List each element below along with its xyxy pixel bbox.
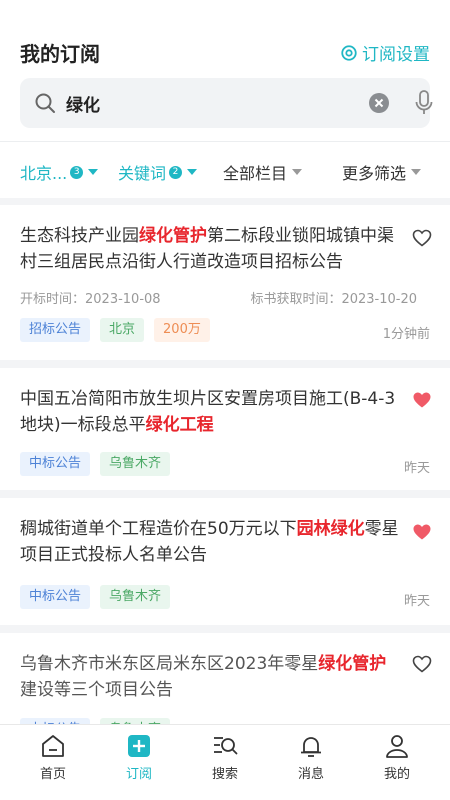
triangle-down-icon [88, 169, 99, 175]
triangle-down-icon [187, 169, 198, 175]
triangle-down-icon [292, 169, 303, 175]
item-title: 稠城街道单个工程造价在50万元以下园林绿化零星项目正式投标人名单公告 [20, 519, 399, 565]
heart-filled-icon[interactable] [412, 391, 432, 409]
search-bar[interactable] [20, 78, 433, 128]
region-tag: 乌鲁木齐 [100, 585, 171, 609]
tab-label: 订阅 [125, 767, 152, 782]
count-badge: 3 [70, 165, 84, 179]
tab-label: 首页 [39, 767, 66, 782]
count-badge: 2 [169, 165, 183, 179]
filter-label: 北京... [20, 164, 68, 183]
page-title: 我的订阅 [20, 42, 100, 66]
tab-messages[interactable]: 消息 [281, 733, 341, 782]
filter-label: 更多筛选 [342, 164, 407, 183]
item-title: 生态科技产业园绿化管护第二标段业锁阳城镇中渠村三组居民点沿街人行道改造项目招标公… [20, 226, 394, 272]
filter-region[interactable]: 北京... 3 [20, 160, 99, 184]
search-icon [35, 93, 55, 113]
bell-icon [301, 737, 321, 757]
type-tag: 中标公告 [20, 585, 91, 609]
post-time: 1分钟前 [382, 327, 430, 342]
microphone-icon[interactable] [414, 90, 434, 116]
filter-label: 全部栏目 [223, 164, 288, 183]
filter-keywords[interactable]: 关键词 2 [118, 160, 198, 184]
post-time: 昨天 [403, 594, 430, 609]
filter-more[interactable]: 更多筛选 [342, 160, 422, 184]
filter-bar: 北京... 3 关键词 2 全部栏目 更多筛选 [0, 141, 450, 198]
doc-time: 标书获取时间：2023-10-20 [250, 292, 417, 307]
type-tag: 招标公告 [20, 318, 91, 342]
amount-tag: 200万 [154, 318, 210, 342]
heart-icon[interactable] [412, 229, 432, 247]
type-tag: 中标公告 [20, 452, 91, 476]
open-time: 开标时间：2023-10-08 [20, 292, 161, 307]
tab-label: 我的 [383, 767, 410, 782]
item-title: 中国五冶简阳市放生坝片区安置房项目施工(B-4-3地块)一标段总平绿化工程 [20, 389, 396, 435]
tab-home[interactable]: 首页 [23, 733, 83, 782]
filter-label: 关键词 [118, 164, 167, 183]
tag-group: 招标公告 北京 200万 [20, 318, 210, 342]
item-title: 乌鲁木齐市米东区局米东区2023年零星绿化管护建设等三个项目公告 [20, 654, 387, 700]
heart-icon[interactable] [412, 655, 432, 673]
tag-group: 中标公告 乌鲁木齐 [20, 452, 171, 476]
home-icon [42, 735, 64, 757]
list-item[interactable]: 稠城街道单个工程造价在50万元以下园林绿化零星项目正式投标人名单公告 中标公告 … [0, 498, 450, 625]
list-item[interactable]: 生态科技产业园绿化管护第二标段业锁阳城镇中渠村三组居民点沿街人行道改造项目招标公… [0, 205, 450, 360]
user-icon [386, 735, 408, 758]
subscribe-icon [128, 735, 150, 757]
post-time: 昨天 [403, 461, 430, 476]
region-tag: 乌鲁木齐 [100, 452, 171, 476]
tab-profile[interactable]: 我的 [367, 733, 427, 782]
triangle-down-icon [411, 169, 422, 175]
settings-icon [341, 44, 357, 61]
tab-label: 搜索 [211, 767, 238, 782]
list-item[interactable]: 中国五冶简阳市放生坝片区安置房项目施工(B-4-3地块)一标段总平绿化工程 中标… [0, 368, 450, 490]
settings-label: 订阅设置 [362, 45, 430, 65]
subscription-settings-button[interactable]: 订阅设置 [340, 40, 430, 65]
region-tag: 北京 [100, 318, 145, 342]
tag-group: 中标公告 乌鲁木齐 [20, 585, 171, 609]
tab-search[interactable]: 搜索 [195, 733, 255, 782]
tab-subscribe[interactable]: 订阅 [109, 733, 169, 782]
filter-columns[interactable]: 全部栏目 [223, 160, 303, 184]
tab-label: 消息 [297, 767, 324, 782]
search-list-icon [214, 737, 238, 755]
clear-icon[interactable] [368, 92, 390, 114]
search-input[interactable] [66, 88, 356, 118]
header: 我的订阅 订阅设置 [0, 0, 450, 141]
heart-filled-icon[interactable] [412, 523, 432, 541]
tab-bar: 首页 订阅 搜索 消息 我的 [0, 724, 450, 800]
